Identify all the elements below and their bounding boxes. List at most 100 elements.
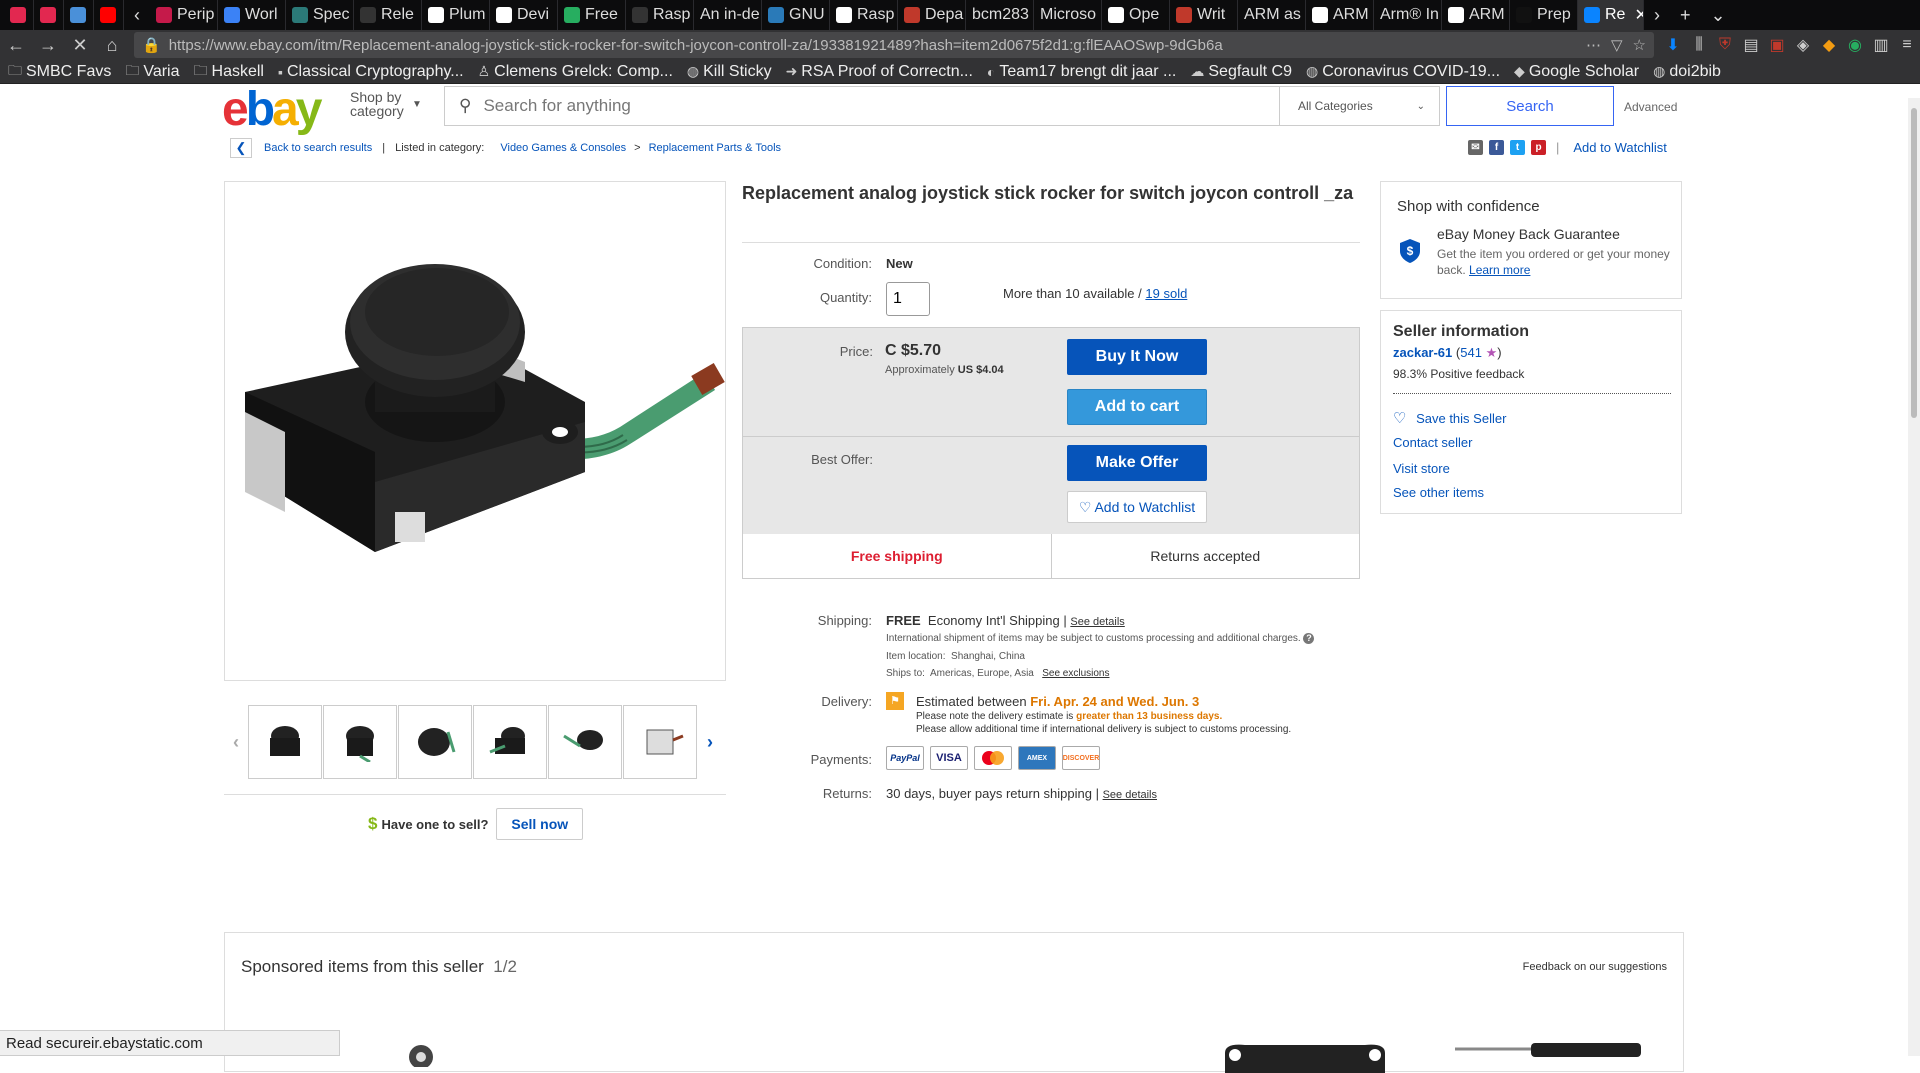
bookmark-item[interactable]: 🗀 Varia xyxy=(125,60,179,84)
browser-tab[interactable]: Rele xyxy=(354,0,422,30)
sold-count-link[interactable]: 19 sold xyxy=(1145,286,1187,301)
category-select[interactable]: All Categories ⌄ xyxy=(1280,86,1440,126)
quantity-input[interactable] xyxy=(886,282,930,316)
bookmark-item[interactable]: ◆ Google Scholar xyxy=(1514,63,1639,81)
extension-icon[interactable]: ◈ xyxy=(1790,35,1816,55)
chevron-right-icon[interactable]: › xyxy=(698,732,722,753)
library-icon[interactable]: ⫼ xyxy=(1686,36,1712,54)
url-bar[interactable]: 🔒 https://www.ebay.com/itm/Replacement-a… xyxy=(134,32,1654,58)
chevron-left-icon[interactable]: ‹ xyxy=(224,732,248,753)
sponsored-item-image[interactable] xyxy=(1215,1033,1395,1073)
browser-tab[interactable]: ARM xyxy=(1306,0,1374,30)
browser-tab[interactable]: Arm® In xyxy=(1374,0,1442,30)
sidebar-icon[interactable]: ▤ xyxy=(1738,35,1764,55)
see-exclusions-link[interactable]: See exclusions xyxy=(1042,668,1109,679)
stop-icon[interactable]: ✕ xyxy=(64,35,96,56)
forward-icon[interactable]: → xyxy=(32,35,64,56)
scroll-tabs-right-icon[interactable]: › xyxy=(1644,5,1670,26)
browser-tab[interactable] xyxy=(4,0,34,30)
bookmark-item[interactable]: ◍ doi2bib xyxy=(1653,63,1721,81)
more-icon[interactable]: ⋯ xyxy=(1586,36,1601,54)
thumbnail[interactable] xyxy=(248,705,322,779)
browser-tab[interactable]: GNU xyxy=(762,0,830,30)
thumbnail[interactable] xyxy=(398,705,472,779)
list-tabs-icon[interactable]: ⌄ xyxy=(1701,5,1736,26)
shipping-see-details-link[interactable]: See details xyxy=(1070,616,1124,628)
sell-now-button[interactable]: Sell now xyxy=(496,808,584,840)
back-icon[interactable]: ← xyxy=(0,35,32,56)
new-tab-icon[interactable]: + xyxy=(1670,5,1701,26)
browser-tab[interactable] xyxy=(34,0,64,30)
category-link-video-games[interactable]: Video Games & Consoles xyxy=(500,142,626,154)
extension-icon[interactable]: ▥ xyxy=(1868,35,1894,55)
browser-tab[interactable] xyxy=(64,0,94,30)
seller-name-link[interactable]: zackar-61 xyxy=(1393,345,1452,360)
close-tab-icon[interactable]: ✕ xyxy=(1634,5,1643,25)
returns-see-details-link[interactable]: See details xyxy=(1103,789,1157,801)
thumbnail[interactable] xyxy=(473,705,547,779)
bookmark-item[interactable]: ◐ Team17 brengt dit jaar ... xyxy=(987,63,1176,81)
buy-it-now-button[interactable]: Buy It Now xyxy=(1067,339,1207,375)
make-offer-button[interactable]: Make Offer xyxy=(1067,445,1207,481)
visit-store-link[interactable]: Visit store xyxy=(1393,461,1450,476)
browser-tab[interactable]: Microso xyxy=(1034,0,1102,30)
twitter-icon[interactable]: t xyxy=(1510,140,1525,155)
browser-tab[interactable]: Worl xyxy=(218,0,286,30)
bookmark-item[interactable]: 🗀 Haskell xyxy=(194,60,264,84)
browser-tab[interactable]: Depa xyxy=(898,0,966,30)
extension-icon[interactable]: ◉ xyxy=(1842,35,1868,55)
browser-tab[interactable]: Rasp xyxy=(626,0,694,30)
add-to-cart-button[interactable]: Add to cart xyxy=(1067,389,1207,425)
home-icon[interactable]: ⌂ xyxy=(96,35,128,56)
learn-more-link[interactable]: Learn more xyxy=(1469,263,1530,277)
bookmark-item[interactable]: ➜ RSA Proof of Correctn... xyxy=(786,63,973,81)
advanced-search-link[interactable]: Advanced xyxy=(1624,100,1677,114)
shop-by-category[interactable]: Shop by category ▼ xyxy=(350,90,422,118)
pinterest-icon[interactable]: p xyxy=(1531,140,1546,155)
scroll-tabs-left-icon[interactable]: ‹ xyxy=(124,5,150,26)
browser-tab[interactable]: Writ xyxy=(1170,0,1238,30)
browser-tab[interactable]: An in-de xyxy=(694,0,762,30)
browser-tab[interactable]: Free xyxy=(558,0,626,30)
browser-tab[interactable]: Spec xyxy=(286,0,354,30)
browser-tab[interactable]: bcm283 xyxy=(966,0,1034,30)
add-to-watchlist-button[interactable]: ♡ Add to Watchlist xyxy=(1067,491,1207,523)
save-seller-row[interactable]: ♡ Save this Seller xyxy=(1393,409,1506,427)
browser-tab[interactable]: ARM xyxy=(1442,0,1510,30)
save-seller-link[interactable]: Save this Seller xyxy=(1416,411,1506,426)
email-icon[interactable]: ✉ xyxy=(1468,140,1483,155)
bookmark-item[interactable]: ◍ Kill Sticky xyxy=(687,63,772,81)
bookmark-item[interactable]: ▪ Classical Cryptography... xyxy=(278,63,464,81)
see-other-items-link[interactable]: See other items xyxy=(1393,485,1484,500)
bookmark-item[interactable]: ♙ Clemens Grelck: Comp... xyxy=(478,63,673,81)
feedback-score-link[interactable]: 541 xyxy=(1460,345,1482,360)
search-input[interactable] xyxy=(481,95,1279,117)
menu-icon[interactable]: ≡ xyxy=(1894,36,1920,54)
contact-seller-link[interactable]: Contact seller xyxy=(1393,435,1472,450)
star-icon[interactable]: ☆ xyxy=(1633,36,1646,54)
search-button[interactable]: Search xyxy=(1446,86,1614,126)
browser-tab[interactable] xyxy=(94,0,124,30)
sponsored-item-image[interactable] xyxy=(401,1037,441,1067)
browser-tab[interactable]: Rasp xyxy=(830,0,898,30)
thumbnail[interactable] xyxy=(623,705,697,779)
sponsored-item-image[interactable] xyxy=(1451,1029,1651,1069)
browser-tab[interactable]: Prep xyxy=(1510,0,1578,30)
facebook-icon[interactable]: f xyxy=(1489,140,1504,155)
main-product-image[interactable] xyxy=(224,181,726,681)
browser-tab[interactable]: Ope xyxy=(1102,0,1170,30)
feedback-suggestions-link[interactable]: Feedback on our suggestions xyxy=(1523,961,1667,973)
scrollbar[interactable] xyxy=(1908,98,1920,1056)
browser-tab[interactable]: Re ✕ xyxy=(1578,0,1644,30)
ublock-icon[interactable]: ⛨ xyxy=(1712,36,1738,54)
add-to-watchlist-link[interactable]: Add to Watchlist xyxy=(1573,140,1666,155)
thumbnail[interactable] xyxy=(323,705,397,779)
ebay-logo[interactable]: ebay xyxy=(222,86,322,134)
category-link-replacement-parts[interactable]: Replacement Parts & Tools xyxy=(649,142,781,154)
browser-tab[interactable]: Plum xyxy=(422,0,490,30)
help-icon[interactable]: ? xyxy=(1303,633,1315,644)
back-to-results-link[interactable]: Back to search results xyxy=(264,142,372,154)
bookmark-item[interactable]: 🗀 SMBC Favs xyxy=(8,60,111,84)
extension-icon[interactable]: ◆ xyxy=(1816,35,1842,55)
thumbnail[interactable] xyxy=(548,705,622,779)
